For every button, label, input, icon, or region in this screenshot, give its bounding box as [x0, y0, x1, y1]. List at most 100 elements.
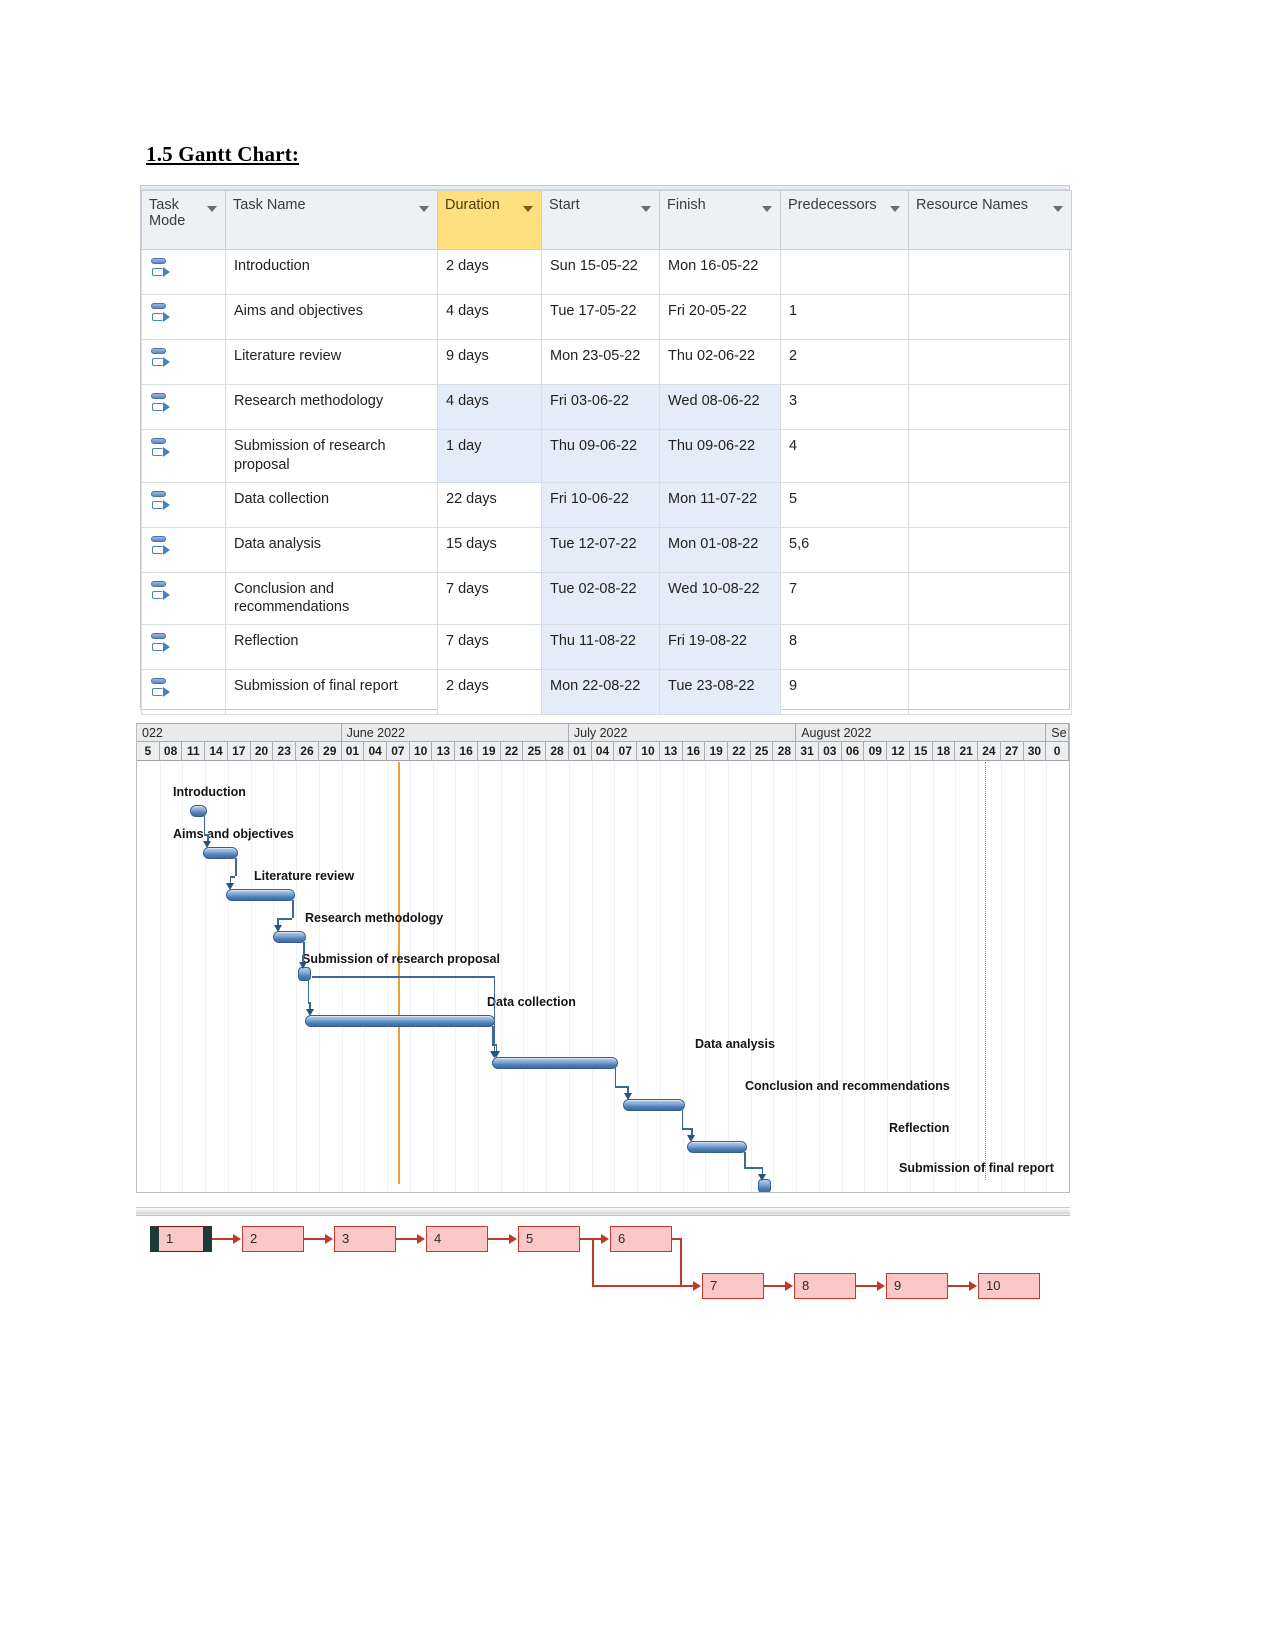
cell-task-name[interactable]: Submission of research proposal	[225, 429, 438, 483]
cell-finish[interactable]: Tue 23-08-22	[659, 668, 781, 715]
cell-finish[interactable]: Mon 16-05-22	[659, 249, 781, 296]
network-node[interactable]: 10	[978, 1273, 1040, 1299]
table-row[interactable]: Introduction 2 days Sun 15-05-22 Mon 16-05-…	[141, 249, 1072, 296]
chevron-down-icon[interactable]	[890, 206, 900, 212]
network-node[interactable]: 8	[794, 1273, 856, 1299]
column-header-resource-names[interactable]: Resource Names	[908, 189, 1072, 251]
cell-predecessors[interactable]	[780, 249, 909, 296]
cell-task-mode[interactable]	[141, 668, 226, 715]
cell-task-name[interactable]: Data collection	[225, 481, 438, 528]
cell-task-name[interactable]: Conclusion and recommendations	[225, 571, 438, 625]
network-node[interactable]: 4	[426, 1226, 488, 1252]
network-node[interactable]: 7	[702, 1273, 764, 1299]
gantt-bar[interactable]	[491, 1057, 618, 1069]
cell-resource-names[interactable]	[908, 429, 1072, 483]
table-row[interactable]: Literature review 9 days Mon 23-05-22 Thu 0…	[141, 339, 1072, 386]
cell-task-name[interactable]: Research methodology	[225, 384, 438, 431]
cell-task-name[interactable]: Data analysis	[225, 526, 438, 573]
table-row[interactable]: Data analysis 15 days Tue 12-07-22 Mon 01-0…	[141, 526, 1072, 573]
cell-start[interactable]: Fri 10-06-22	[541, 481, 660, 528]
cell-resource-names[interactable]	[908, 623, 1072, 670]
gantt-bar[interactable]	[273, 931, 307, 943]
cell-duration[interactable]: 9 days	[437, 339, 542, 386]
cell-duration[interactable]: 1 day	[437, 429, 542, 483]
cell-predecessors[interactable]: 5,6	[780, 526, 909, 573]
cell-task-mode[interactable]	[141, 339, 226, 386]
cell-resource-names[interactable]	[908, 339, 1072, 386]
pane-divider[interactable]	[136, 1207, 1070, 1216]
cell-finish[interactable]: Fri 19-08-22	[659, 623, 781, 670]
cell-predecessors[interactable]: 9	[780, 668, 909, 715]
chevron-down-icon[interactable]	[419, 206, 429, 212]
table-row[interactable]: Data collection 22 days Fri 10-06-22 Mon 11…	[141, 481, 1072, 528]
table-row[interactable]: Conclusion and recommendations 7 days Tue …	[141, 571, 1072, 625]
cell-predecessors[interactable]: 7	[780, 571, 909, 625]
column-header-start[interactable]: Start	[541, 189, 660, 251]
cell-duration[interactable]: 4 days	[437, 294, 542, 341]
cell-start[interactable]: Sun 15-05-22	[541, 249, 660, 296]
cell-predecessors[interactable]: 2	[780, 339, 909, 386]
cell-predecessors[interactable]: 1	[780, 294, 909, 341]
chevron-down-icon[interactable]	[762, 206, 772, 212]
chevron-down-icon[interactable]	[1053, 206, 1063, 212]
cell-task-name[interactable]: Literature review	[225, 339, 438, 386]
cell-predecessors[interactable]: 4	[780, 429, 909, 483]
cell-task-mode[interactable]	[141, 429, 226, 483]
chevron-down-icon[interactable]	[641, 206, 651, 212]
column-header-finish[interactable]: Finish	[659, 189, 781, 251]
column-header-task-mode[interactable]: Task Mode	[141, 189, 226, 251]
gantt-bar[interactable]	[623, 1099, 685, 1111]
cell-task-mode[interactable]	[141, 526, 226, 573]
gantt-bar[interactable]	[687, 1141, 748, 1153]
cell-task-mode[interactable]	[141, 571, 226, 625]
cell-task-mode[interactable]	[141, 481, 226, 528]
cell-finish[interactable]: Thu 09-06-22	[659, 429, 781, 483]
cell-start[interactable]: Thu 09-06-22	[541, 429, 660, 483]
cell-predecessors[interactable]: 5	[780, 481, 909, 528]
table-row[interactable]: Submission of final report 2 days Mon 22-0…	[141, 668, 1072, 715]
network-node[interactable]: 9	[886, 1273, 948, 1299]
network-node[interactable]: 3	[334, 1226, 396, 1252]
table-row[interactable]: Aims and objectives 4 days Tue 17-05-22 Fri…	[141, 294, 1072, 341]
cell-start[interactable]: Thu 11-08-22	[541, 623, 660, 670]
cell-finish[interactable]: Wed 10-08-22	[659, 571, 781, 625]
column-header-predecessors[interactable]: Predecessors	[780, 189, 909, 251]
cell-resource-names[interactable]	[908, 668, 1072, 715]
network-node[interactable]: 1	[150, 1226, 212, 1252]
gantt-bar[interactable]	[202, 847, 239, 859]
cell-duration[interactable]: 22 days	[437, 481, 542, 528]
cell-duration[interactable]: 2 days	[437, 249, 542, 296]
cell-task-mode[interactable]	[141, 249, 226, 296]
cell-task-mode[interactable]	[141, 384, 226, 431]
cell-start[interactable]: Tue 17-05-22	[541, 294, 660, 341]
network-node[interactable]: 6	[610, 1226, 672, 1252]
cell-resource-names[interactable]	[908, 384, 1072, 431]
cell-task-name[interactable]: Submission of final report	[225, 668, 438, 715]
gantt-bar[interactable]	[225, 889, 295, 901]
cell-resource-names[interactable]	[908, 526, 1072, 573]
cell-duration[interactable]: 15 days	[437, 526, 542, 573]
cell-start[interactable]: Tue 12-07-22	[541, 526, 660, 573]
cell-predecessors[interactable]: 3	[780, 384, 909, 431]
cell-task-mode[interactable]	[141, 294, 226, 341]
cell-resource-names[interactable]	[908, 249, 1072, 296]
cell-duration[interactable]: 7 days	[437, 623, 542, 670]
cell-duration[interactable]: 7 days	[437, 571, 542, 625]
cell-finish[interactable]: Wed 08-06-22	[659, 384, 781, 431]
cell-task-name[interactable]: Reflection	[225, 623, 438, 670]
column-header-task-name[interactable]: Task Name	[225, 189, 438, 251]
cell-duration[interactable]: 2 days	[437, 668, 542, 715]
network-node[interactable]: 5	[518, 1226, 580, 1252]
cell-start[interactable]: Mon 22-08-22	[541, 668, 660, 715]
cell-task-name[interactable]: Introduction	[225, 249, 438, 296]
cell-task-name[interactable]: Aims and objectives	[225, 294, 438, 341]
cell-finish[interactable]: Fri 20-05-22	[659, 294, 781, 341]
cell-finish[interactable]: Mon 11-07-22	[659, 481, 781, 528]
table-row[interactable]: Submission of research proposal 1 day Thu …	[141, 429, 1072, 483]
cell-resource-names[interactable]	[908, 481, 1072, 528]
chevron-down-icon[interactable]	[523, 206, 533, 212]
cell-resource-names[interactable]	[908, 571, 1072, 625]
cell-resource-names[interactable]	[908, 294, 1072, 341]
gantt-bar[interactable]	[305, 1015, 495, 1027]
cell-predecessors[interactable]: 8	[780, 623, 909, 670]
